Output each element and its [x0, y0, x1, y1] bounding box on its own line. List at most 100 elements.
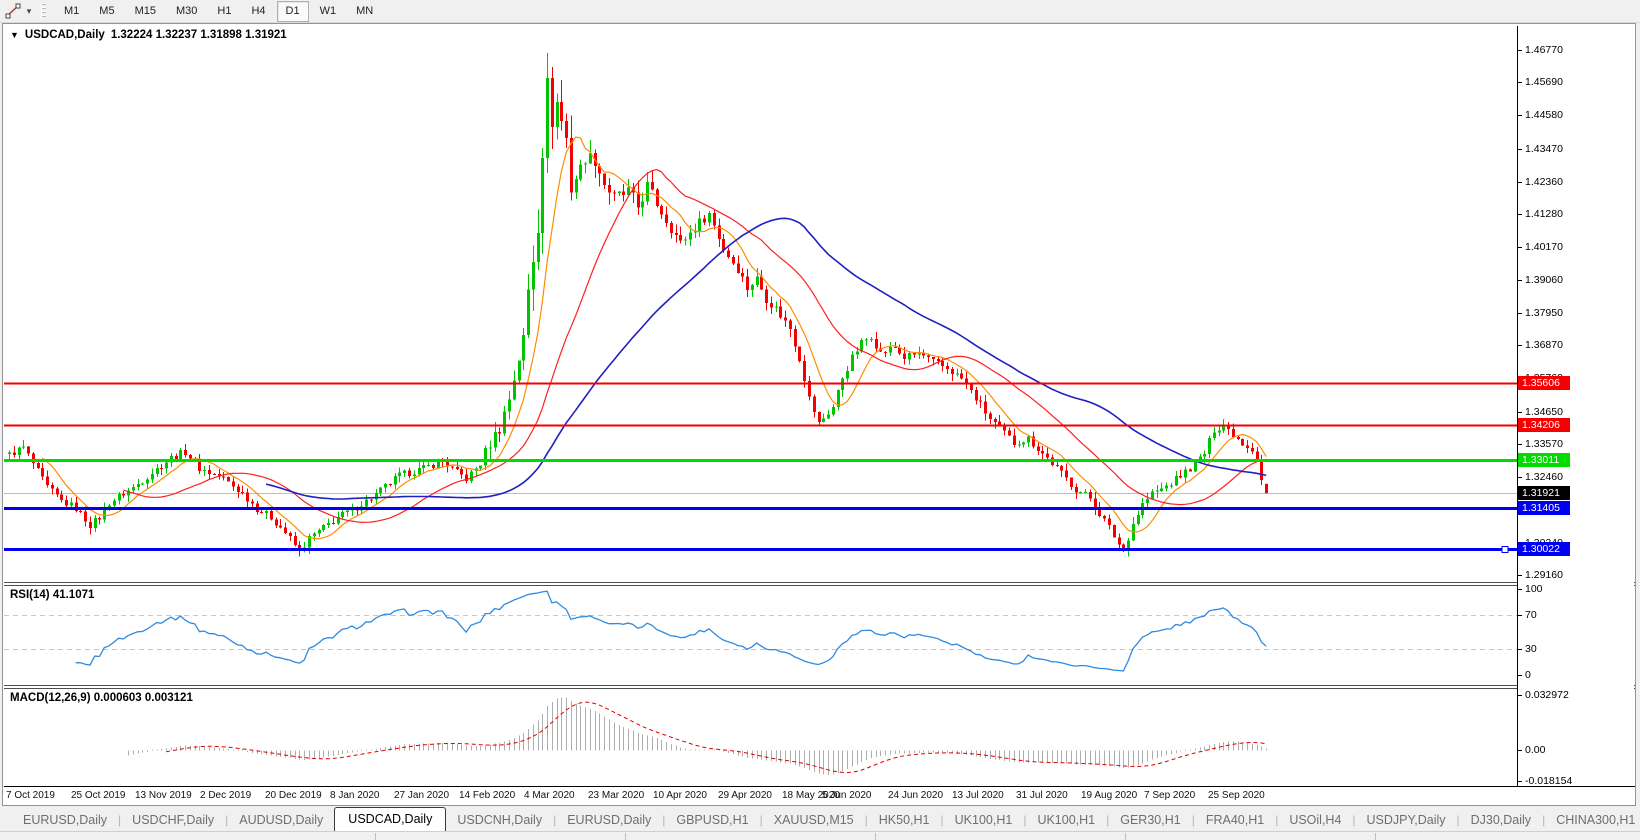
price-level-badge: 1.33011: [1518, 453, 1570, 467]
chart-ohlc-quote: 1.32224 1.32237 1.31898 1.31921: [111, 29, 287, 41]
rsi-tickmark: [1518, 615, 1522, 616]
macd-label: MACD(12,26,9) 0.000603 0.003121: [10, 692, 193, 704]
tab-uk100-h1[interactable]: UK100,H1: [944, 810, 1024, 831]
timeframe-button-w1[interactable]: W1: [311, 1, 346, 22]
tab-eurusd-daily[interactable]: EURUSD,Daily: [556, 810, 662, 831]
macd-tickmark: [1518, 781, 1522, 782]
macd-tick-label: 0.032972: [1525, 690, 1569, 700]
status-bar: [0, 831, 1640, 839]
rsi-tickmark: [1518, 649, 1522, 650]
price-tickmark: [1518, 50, 1522, 51]
timeframe-button-mn[interactable]: MN: [347, 1, 382, 22]
time-axis-label: 19 Aug 2020: [1081, 790, 1137, 801]
price-tick-label: 1.41280: [1525, 209, 1563, 219]
price-tickmark: [1518, 247, 1522, 248]
tab-dj30-daily[interactable]: DJ30,Daily: [1460, 810, 1542, 831]
time-axis[interactable]: 7 Oct 2019 25 Oct 2019 13 Nov 2019 2 Dec 20…: [4, 788, 1635, 805]
timeframe-button-h1[interactable]: H1: [208, 1, 240, 22]
time-axis-label: 2 Dec 2019: [200, 790, 251, 801]
current-price-badge: 1.31921: [1518, 486, 1570, 500]
price-tickmark: [1518, 280, 1522, 281]
price-tickmark: [1518, 313, 1522, 314]
tab-china300-h1[interactable]: CHINA300,H1: [1545, 810, 1640, 831]
macd-tickmark: [1518, 750, 1522, 751]
rsi-tickmark: [1518, 589, 1522, 590]
time-axis-label: 13 Nov 2019: [135, 790, 192, 801]
timeframe-button-m1[interactable]: M1: [55, 1, 88, 22]
price-tickmark: [1518, 444, 1522, 445]
collapse-triangle-icon[interactable]: ▼: [10, 30, 19, 40]
line-studies-icon[interactable]: [3, 2, 23, 20]
rsi-label: RSI(14) 41.1071: [10, 589, 94, 601]
time-axis-label: 8 Jan 2020: [330, 790, 380, 801]
timeframe-button-h4[interactable]: H4: [242, 1, 274, 22]
chevron-down-icon[interactable]: ▾: [23, 6, 35, 17]
timeframe-button-m5[interactable]: M5: [90, 1, 123, 22]
rsi-tick-label: 30: [1525, 644, 1537, 654]
macd-tick-label: 0.00: [1525, 745, 1545, 755]
price-tick-label: 1.39060: [1525, 275, 1563, 285]
price-tick-label: 1.40170: [1525, 242, 1563, 252]
tab-uk100-h1[interactable]: UK100,H1: [1026, 810, 1106, 831]
macd-indicator-pane[interactable]: MACD(12,26,9) 0.000603 0.003121: [4, 689, 1517, 786]
time-axis-label: 14 Feb 2020: [459, 790, 515, 801]
timeframe-button-group: M1M5M15M30H1H4D1W1MN: [54, 1, 383, 22]
rsi-canvas[interactable]: [4, 586, 1517, 685]
tab-usdcad-daily[interactable]: USDCAD,Daily: [334, 807, 446, 831]
tab-usdjpy-daily[interactable]: USDJPY,Daily: [1356, 810, 1457, 831]
macd-canvas[interactable]: [4, 689, 1517, 786]
price-tickmark: [1518, 149, 1522, 150]
time-axis-label: 31 Jul 2020: [1016, 790, 1068, 801]
timeframe-button-d1[interactable]: D1: [277, 1, 309, 22]
tab-fra40-h1[interactable]: FRA40,H1: [1195, 810, 1275, 831]
rsi-tick-label: 0: [1525, 670, 1531, 680]
time-axis-label: 25 Oct 2019: [71, 790, 125, 801]
price-axis[interactable]: 1.467701.456901.445801.434701.423601.412…: [1517, 26, 1634, 786]
time-axis-label: 24 Jun 2020: [888, 790, 943, 801]
time-axis-label: 23 Mar 2020: [588, 790, 644, 801]
tab-hk50-h1[interactable]: HK50,H1: [868, 810, 941, 831]
macd-tickmark: [1518, 695, 1522, 696]
time-axis-label: 10 Apr 2020: [653, 790, 707, 801]
price-tickmark: [1518, 182, 1522, 183]
price-tickmark: [1518, 345, 1522, 346]
time-axis-label: 13 Jul 2020: [952, 790, 1004, 801]
chart-window: ▼ USDCAD,Daily 1.32224 1.32237 1.31898 1…: [2, 23, 1636, 806]
tab-ger30-h1[interactable]: GER30,H1: [1109, 810, 1191, 831]
price-tick-label: 1.46770: [1525, 45, 1563, 55]
rsi-tick-label: 100: [1525, 584, 1543, 594]
tab-usoil-h4[interactable]: USOil,H4: [1278, 810, 1352, 831]
price-tick-label: 1.29160: [1525, 570, 1563, 580]
tab-usdcnh-daily[interactable]: USDCNH,Daily: [446, 810, 553, 831]
candlestick-canvas[interactable]: [4, 26, 1517, 582]
price-level-badge: 1.35606: [1518, 376, 1570, 390]
chart-tab-bar: EURUSD,Daily|USDCHF,Daily|AUDUSD,DailyUS…: [0, 806, 1640, 831]
price-tickmark: [1518, 575, 1522, 576]
timeframe-button-m15[interactable]: M15: [126, 1, 165, 22]
timeframe-button-m30[interactable]: M30: [167, 1, 206, 22]
rsi-indicator-pane[interactable]: RSI(14) 41.1071: [4, 586, 1517, 685]
plot-bottom-border: [4, 786, 1635, 787]
time-axis-label: 25 Sep 2020: [1208, 790, 1265, 801]
tab-usdchf-daily[interactable]: USDCHF,Daily: [121, 810, 225, 831]
tab-xauusd-m15[interactable]: XAUUSD,M15: [763, 810, 865, 831]
price-tickmark: [1518, 214, 1522, 215]
price-level-badge: 1.34206: [1518, 418, 1570, 432]
time-axis-label: 7 Oct 2019: [6, 790, 55, 801]
time-axis-label: 5 Jun 2020: [822, 790, 872, 801]
price-tick-label: 1.32460: [1525, 472, 1563, 482]
price-tickmark: [1518, 477, 1522, 478]
chart-title-row: ▼ USDCAD,Daily 1.32224 1.32237 1.31898 1…: [10, 29, 287, 41]
toolbar-grip-handle[interactable]: [41, 3, 46, 19]
price-level-badge: 1.31405: [1518, 501, 1570, 515]
tab-audusd-daily[interactable]: AUDUSD,Daily: [228, 810, 334, 831]
price-tick-label: 1.43470: [1525, 144, 1563, 154]
tab-eurusd-daily[interactable]: EURUSD,Daily: [12, 810, 118, 831]
time-axis-label: 29 Apr 2020: [718, 790, 772, 801]
price-chart-pane[interactable]: ▼ USDCAD,Daily 1.32224 1.32237 1.31898 1…: [4, 26, 1517, 582]
price-tick-label: 1.44580: [1525, 110, 1563, 120]
tab-gbpusd-h1[interactable]: GBPUSD,H1: [665, 810, 759, 831]
time-axis-label: 27 Jan 2020: [394, 790, 449, 801]
price-tick-label: 1.45690: [1525, 77, 1563, 87]
rsi-tickmark: [1518, 675, 1522, 676]
